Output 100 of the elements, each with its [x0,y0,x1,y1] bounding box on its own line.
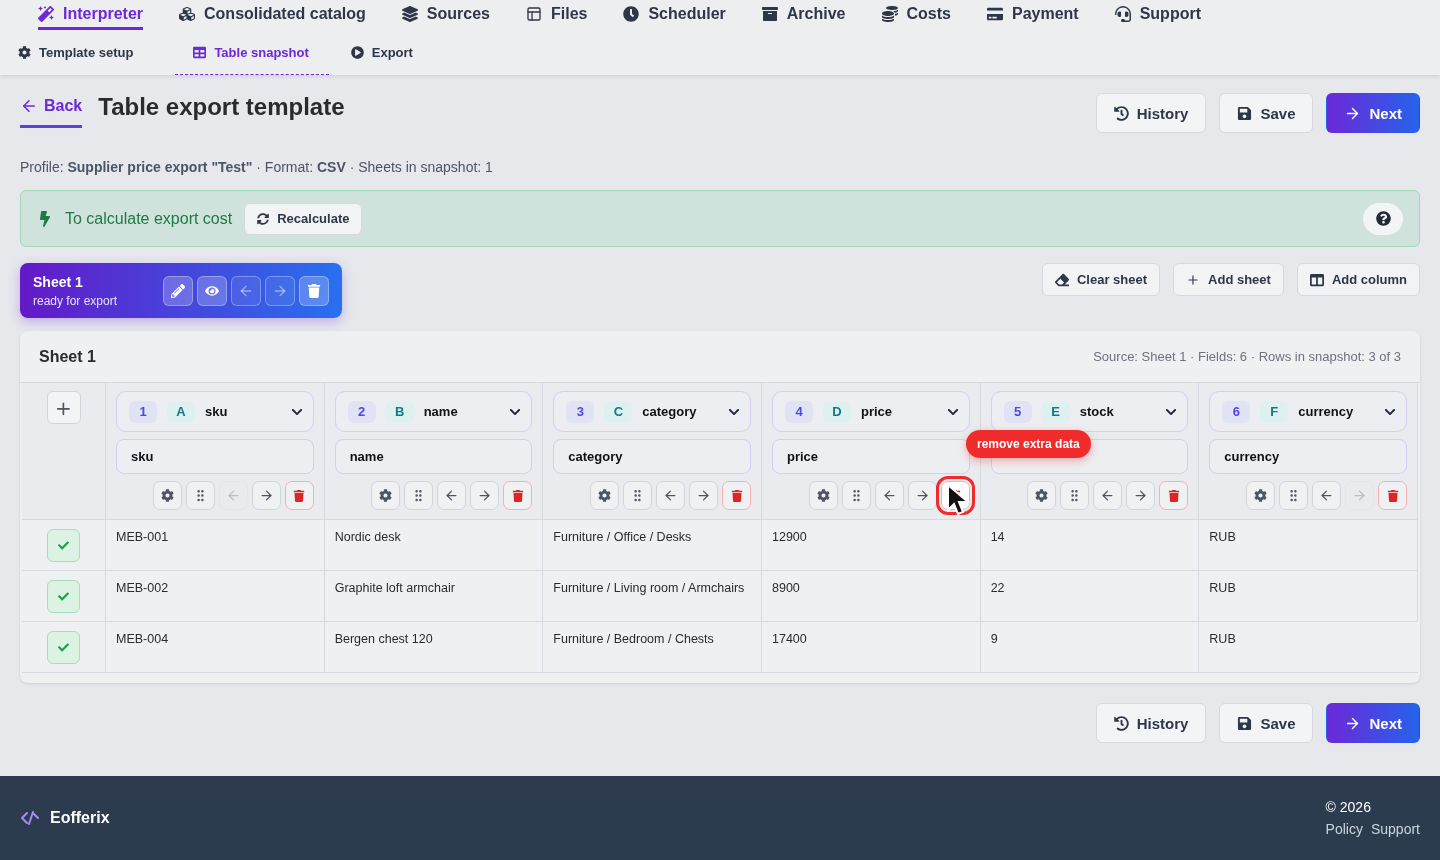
plus-icon [1186,272,1201,287]
columns-icon [1309,272,1324,287]
history-button[interactable]: History [1095,703,1207,743]
settings-button[interactable] [1027,481,1057,510]
settings-icon [816,489,830,502]
index-chip: 5 [1003,400,1032,423]
row-checkbox[interactable] [47,580,80,613]
copyright: © 2026 [1325,799,1371,815]
index-chip: 1 [129,400,157,423]
table-cell: RUB [1199,622,1418,673]
field-select[interactable]: 3 C category [553,391,751,432]
arrow-right-icon [1352,488,1367,503]
sheet-title: Sheet 1 [33,273,84,290]
drag-handle[interactable] [1060,481,1090,510]
sub-tab[interactable]: Template setup [18,30,154,75]
arrow-right-icon [696,488,711,503]
drag-handle[interactable] [1279,481,1308,510]
move-right-button[interactable] [470,481,500,510]
settings-button[interactable] [590,481,619,510]
nav-tab[interactable]: Support [1114,0,1201,30]
column-sheet-action[interactable]: Add column [1296,263,1420,296]
view-sheet-button[interactable] [197,275,227,306]
field-select[interactable]: 5 E stock [990,391,1189,432]
recalculate-button[interactable]: Recalculate [244,202,363,235]
table-cell: Furniture / Bedroom / Chests [543,622,762,673]
nav-tab[interactable]: Costs [881,0,951,30]
clock-icon [623,5,640,22]
nav-tab[interactable]: Archive [761,0,846,30]
nav-tab[interactable]: Payment [986,0,1079,30]
nav-tab[interactable]: Sources [401,0,490,30]
index-chip: 6 [1222,400,1251,423]
field-select[interactable]: 1 A sku [116,391,314,432]
edit-sheet-button[interactable] [163,275,193,306]
table-cell: Graphite loft armchair [324,571,544,622]
magic-wand-icon [38,5,54,22]
footer-link[interactable]: Policy [1325,821,1363,837]
field-select[interactable]: 4 D price [772,391,970,432]
column-name-field[interactable]: currency [1209,439,1407,474]
move-right-button[interactable] [689,481,718,510]
cubes-icon [179,5,196,22]
check-icon [58,591,69,602]
sub-tab[interactable]: Table snapshot [175,30,329,75]
move-right-button[interactable] [251,481,281,510]
nav-tab[interactable]: Consolidated catalog [179,0,366,30]
drag-handle[interactable] [623,481,652,510]
column-name-field[interactable]: category [553,439,751,474]
refresh-icon [257,212,270,225]
table-cell: Bergen chest 120 [324,622,544,673]
help-button[interactable] [1363,202,1403,235]
nav-tab[interactable]: Scheduler [623,0,726,30]
nav-tab[interactable]: Files [525,0,588,30]
save-button[interactable]: Save [1219,93,1314,133]
table-cell: MEB-002 [106,571,325,622]
trash-icon [307,283,321,298]
eye-icon [205,283,219,298]
play-icon [350,46,364,59]
table-cell: 8900 [762,571,981,622]
sheet-card[interactable]: Sheet 1 ready for export [20,263,342,318]
drag-handle[interactable] [841,481,871,510]
delete-sheet-button[interactable] [299,275,329,306]
column-name-field[interactable]: name [334,439,533,474]
move-right-button[interactable] [1126,481,1156,510]
column-name-field[interactable]: sku [116,439,314,474]
drag-handle[interactable] [404,481,434,510]
add-sheet-action[interactable]: Add sheet [1173,263,1284,296]
back-link[interactable]: Back [20,93,83,128]
sub-tab[interactable]: Export [350,30,433,75]
move-left-button[interactable] [874,481,904,510]
next-button[interactable]: Next [1326,93,1420,133]
row-checkbox[interactable] [47,529,80,562]
next-button[interactable]: Next [1326,703,1420,743]
settings-button[interactable] [808,481,838,510]
history-button[interactable]: History [1095,93,1207,133]
drag-handle[interactable] [185,481,215,510]
coins-icon [881,5,898,22]
clear-sheet-action[interactable]: Clear sheet [1041,263,1161,296]
row-checkbox[interactable] [47,631,80,664]
letter-chip: F [1260,400,1289,423]
table-cell: 22 [980,571,1200,622]
move-left-button[interactable] [1093,481,1123,510]
table-cell: 12900 [762,520,981,571]
field-select[interactable]: 2 B name [334,391,533,432]
index-chip: 2 [347,400,376,423]
archive-icon [761,5,778,22]
arrow-right-icon [914,488,930,503]
settings-button[interactable] [1246,481,1275,510]
add-row-button[interactable]: + [46,391,81,424]
move-right-button[interactable] [907,481,937,510]
save-button[interactable]: Save [1219,703,1314,743]
settings-button[interactable] [371,481,401,510]
brand-name: Eofferix [50,809,110,827]
field-select[interactable]: 6 F currency [1209,391,1407,432]
column-name-field[interactable]: price [772,439,970,474]
field-name: sku [205,404,229,419]
settings-button[interactable] [152,481,182,510]
move-left-button[interactable] [1312,481,1341,510]
move-left-button[interactable] [656,481,685,510]
footer-link[interactable]: Support [1370,821,1420,837]
move-left-button[interactable] [437,481,467,510]
table-title: Sheet 1 [39,347,96,366]
